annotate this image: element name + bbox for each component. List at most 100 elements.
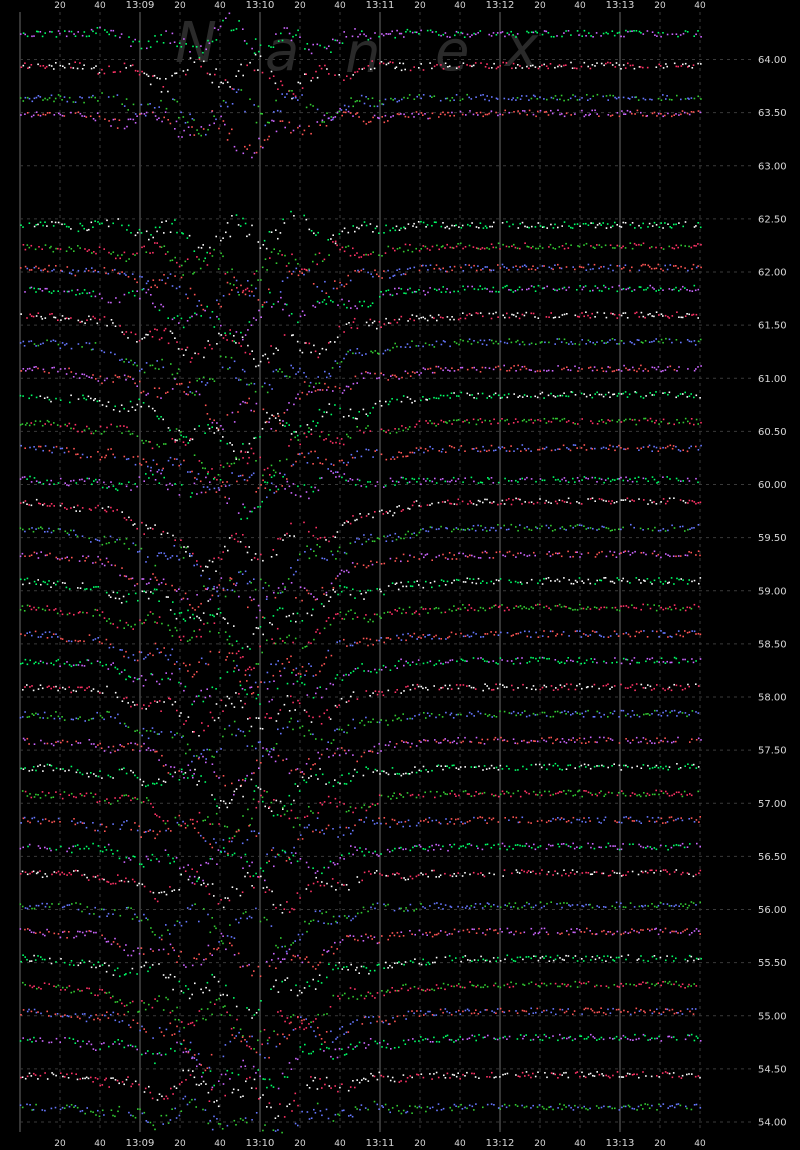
data-point [638, 269, 641, 272]
data-point [662, 115, 664, 118]
data-point [275, 99, 277, 102]
data-point [43, 397, 46, 399]
data-point [446, 243, 448, 246]
data-point [530, 247, 532, 249]
data-point [647, 528, 649, 530]
data-point [568, 286, 570, 289]
data-point [304, 73, 306, 75]
data-point [95, 430, 97, 432]
data-point [556, 338, 559, 340]
data-point [96, 539, 99, 541]
data-point [19, 502, 22, 504]
data-point [574, 343, 576, 345]
data-point [682, 285, 684, 288]
data-point [365, 371, 367, 373]
data-point [160, 582, 163, 584]
data-point [194, 609, 196, 611]
data-point [647, 480, 649, 482]
data-point [193, 454, 196, 456]
data-point [563, 221, 566, 223]
data-point [271, 119, 273, 122]
data-point [676, 370, 678, 372]
data-point [645, 395, 647, 397]
data-point [687, 368, 689, 370]
data-point [365, 123, 368, 125]
data-point [162, 366, 165, 369]
data-point [508, 450, 511, 452]
data-point [169, 556, 172, 559]
data-point [228, 635, 231, 638]
data-point [126, 125, 128, 128]
data-point [640, 582, 642, 584]
data-point [312, 105, 314, 107]
data-point [191, 118, 194, 120]
data-point [143, 336, 146, 339]
data-point [288, 424, 290, 426]
data-point [451, 269, 453, 272]
data-point [154, 242, 156, 244]
data-point [520, 450, 522, 452]
data-point [394, 609, 396, 611]
data-point [484, 526, 487, 529]
data-point [147, 556, 149, 558]
data-point [352, 321, 355, 323]
data-point [479, 500, 481, 503]
data-point [20, 224, 22, 226]
data-point [396, 506, 398, 508]
data-point [415, 226, 418, 228]
data-point [134, 278, 136, 280]
data-point [48, 449, 51, 452]
data-point [618, 579, 620, 581]
data-point [55, 583, 57, 586]
data-point [578, 502, 580, 504]
data-point [59, 558, 61, 561]
data-point [28, 222, 31, 224]
data-point [275, 554, 278, 556]
data-point [165, 107, 168, 110]
data-point [33, 551, 36, 554]
data-point [493, 418, 495, 421]
data-point [667, 223, 669, 225]
data-point [70, 529, 72, 532]
data-point [420, 29, 422, 32]
data-point [486, 266, 488, 268]
data-point [152, 573, 154, 575]
data-point [95, 252, 97, 255]
data-point [631, 499, 633, 501]
data-point [552, 268, 554, 271]
data-point [625, 288, 627, 291]
data-point [101, 456, 103, 458]
data-point [662, 370, 664, 372]
data-point [203, 623, 205, 625]
data-point [639, 286, 642, 288]
data-point [193, 250, 196, 252]
data-point [282, 582, 284, 585]
data-point [431, 422, 433, 425]
data-point [215, 235, 217, 238]
data-point [149, 578, 152, 580]
data-point [68, 612, 71, 615]
data-point [284, 425, 286, 427]
data-point [229, 86, 231, 88]
data-point [330, 463, 333, 465]
data-point [565, 479, 567, 482]
data-point [664, 392, 666, 394]
data-point [86, 319, 88, 321]
data-point [346, 433, 348, 436]
data-point [134, 122, 137, 124]
data-point [114, 405, 116, 408]
data-point [349, 254, 352, 257]
data-point [446, 97, 449, 100]
data-point [578, 265, 581, 268]
data-point [334, 404, 336, 406]
data-point [521, 313, 524, 316]
data-point [196, 305, 199, 307]
data-point [328, 403, 331, 405]
data-point [651, 31, 654, 33]
data-point [409, 267, 411, 269]
data-point [191, 607, 194, 609]
data-point [385, 317, 387, 320]
data-point [451, 224, 453, 227]
data-point [263, 239, 266, 242]
data-point [235, 584, 237, 587]
